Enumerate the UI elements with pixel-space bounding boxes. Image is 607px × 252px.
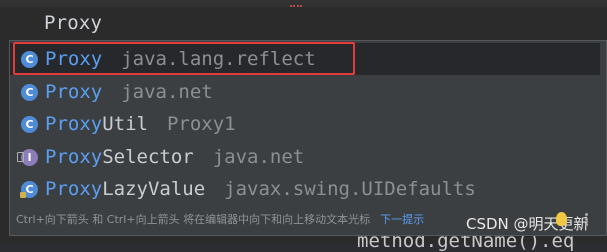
package-name: java.net (212, 146, 305, 168)
package-name: Proxy1 (166, 113, 236, 135)
error-squiggle (290, 0, 302, 7)
interface-icon: I (17, 148, 38, 166)
class-icon: C (20, 180, 38, 198)
rest-text: Selector (102, 146, 194, 168)
typed-text: Proxy (44, 12, 103, 34)
match-text: Proxy (45, 113, 103, 135)
match-text: Proxy (45, 81, 103, 103)
editor-top-strip (0, 0, 607, 7)
completion-item-proxy-net[interactable]: C Proxy java.net (10, 76, 600, 108)
match-text: Proxy (45, 146, 103, 168)
watermark: CSDN @明天更新 (466, 215, 589, 233)
package-name: java.net (121, 81, 213, 103)
completion-item-proxyselector[interactable]: I Proxy Selector java.net (10, 141, 600, 173)
rest-text: LazyValue (102, 178, 206, 200)
completion-item-proxyutil[interactable]: C Proxy Util Proxy1 (10, 108, 600, 140)
package-name: javax.swing.UIDefaults (224, 178, 476, 200)
match-text: Proxy (45, 178, 103, 200)
completion-item-proxylazyvalue[interactable]: C Proxy LazyValue javax.swing.UIDefaults (10, 173, 600, 205)
hint-text: Ctrl+向下箭头 和 Ctrl+向上箭头 将在编辑器中向下和向上移动文本光标 (16, 213, 371, 226)
rest-text: Util (102, 113, 148, 135)
more-options-icon[interactable] (585, 213, 590, 226)
next-tip-link[interactable]: 下一提示 (380, 213, 424, 226)
completion-hint: Ctrl+向下箭头 和 Ctrl+向上箭头 将在编辑器中向下和向上移动文本光标下… (16, 211, 424, 227)
lightbulb-icon[interactable] (556, 212, 567, 226)
highlight-box (13, 42, 355, 75)
class-icon: C (21, 83, 38, 101)
class-icon: C (21, 115, 38, 133)
